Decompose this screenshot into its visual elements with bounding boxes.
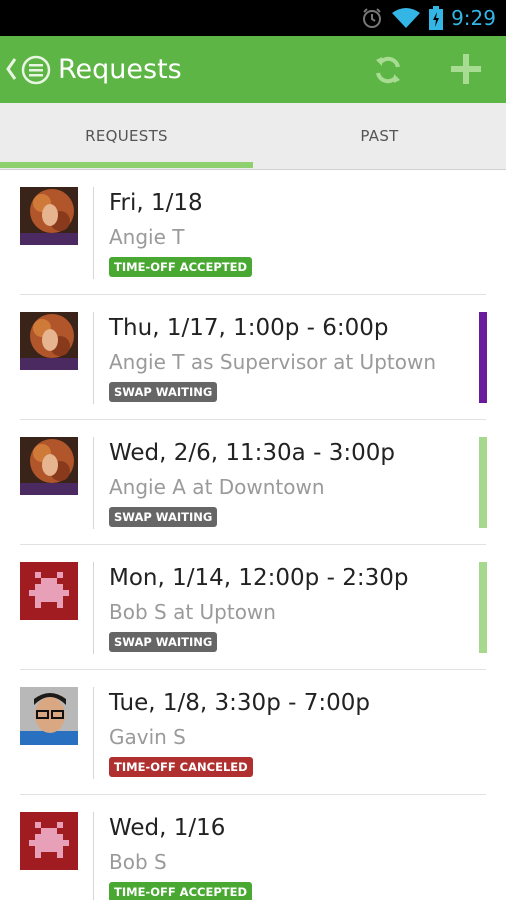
alarm-icon	[361, 7, 383, 29]
avatar	[20, 187, 78, 245]
avatar	[20, 687, 78, 745]
list-item[interactable]: Wed, 1/16 Bob S TIME-OFF ACCEPTED	[0, 795, 506, 900]
up-caret-icon[interactable]	[4, 56, 18, 86]
request-date: Wed, 2/6, 11:30a - 3:00p	[109, 440, 395, 466]
tab-requests[interactable]: REQUESTS	[0, 103, 253, 170]
request-date: Wed, 1/16	[109, 815, 226, 841]
row-separator	[93, 312, 94, 404]
status-badge: SWAP WAITING	[109, 632, 218, 652]
refresh-icon[interactable]	[372, 54, 404, 90]
row-separator	[93, 812, 94, 900]
request-date: Mon, 1/14, 12:00p - 2:30p	[109, 565, 409, 591]
request-date: Thu, 1/17, 1:00p - 6:00p	[109, 315, 389, 341]
request-person: Angie T as Supervisor at Uptown	[109, 350, 437, 374]
request-person: Bob S	[109, 850, 167, 874]
list-item[interactable]: Wed, 2/6, 11:30a - 3:00p Angie A at Down…	[0, 420, 506, 545]
list-item[interactable]: Mon, 1/14, 12:00p - 2:30p Bob S at Uptow…	[0, 545, 506, 670]
position-color-bar	[479, 312, 487, 403]
list-item[interactable]: Fri, 1/18 Angie T TIME-OFF ACCEPTED	[0, 170, 506, 295]
request-person: Bob S at Uptown	[109, 600, 276, 624]
list-item[interactable]: Thu, 1/17, 1:00p - 6:00p Angie T as Supe…	[0, 295, 506, 420]
row-separator	[93, 437, 94, 529]
request-list[interactable]: Fri, 1/18 Angie T TIME-OFF ACCEPTED Thu,…	[0, 170, 506, 900]
avatar	[20, 437, 78, 495]
status-badge: TIME-OFF CANCELED	[109, 757, 253, 777]
wifi-icon	[391, 7, 421, 29]
clock-time: 9:29	[451, 6, 496, 30]
status-badge: SWAP WAITING	[109, 382, 218, 402]
row-separator	[93, 187, 94, 279]
avatar	[20, 312, 78, 370]
page-title: Requests	[58, 54, 182, 85]
request-person: Angie T	[109, 225, 185, 249]
action-bar: Requests	[0, 36, 506, 103]
selected-tab-indicator	[0, 162, 253, 168]
request-date: Fri, 1/18	[109, 190, 203, 216]
add-icon[interactable]	[448, 51, 484, 91]
avatar	[20, 562, 78, 620]
avatar	[20, 812, 78, 870]
request-date: Tue, 1/8, 3:30p - 7:00p	[109, 690, 370, 716]
status-badge: TIME-OFF ACCEPTED	[109, 257, 252, 277]
position-color-bar	[479, 562, 487, 653]
status-badge: SWAP WAITING	[109, 507, 218, 527]
battery-charging-icon	[429, 6, 444, 30]
request-person: Angie A at Downtown	[109, 475, 325, 499]
app-menu-icon[interactable]	[20, 54, 52, 90]
tab-bar: REQUESTS PAST	[0, 103, 506, 170]
row-separator	[93, 562, 94, 654]
request-person: Gavin S	[109, 725, 186, 749]
tab-past[interactable]: PAST	[253, 103, 506, 170]
list-item[interactable]: Tue, 1/8, 3:30p - 7:00p Gavin S TIME-OFF…	[0, 670, 506, 795]
status-badge: TIME-OFF ACCEPTED	[109, 882, 252, 900]
position-color-bar	[479, 437, 487, 528]
row-separator	[93, 687, 94, 779]
status-bar: 9:29	[0, 0, 506, 36]
